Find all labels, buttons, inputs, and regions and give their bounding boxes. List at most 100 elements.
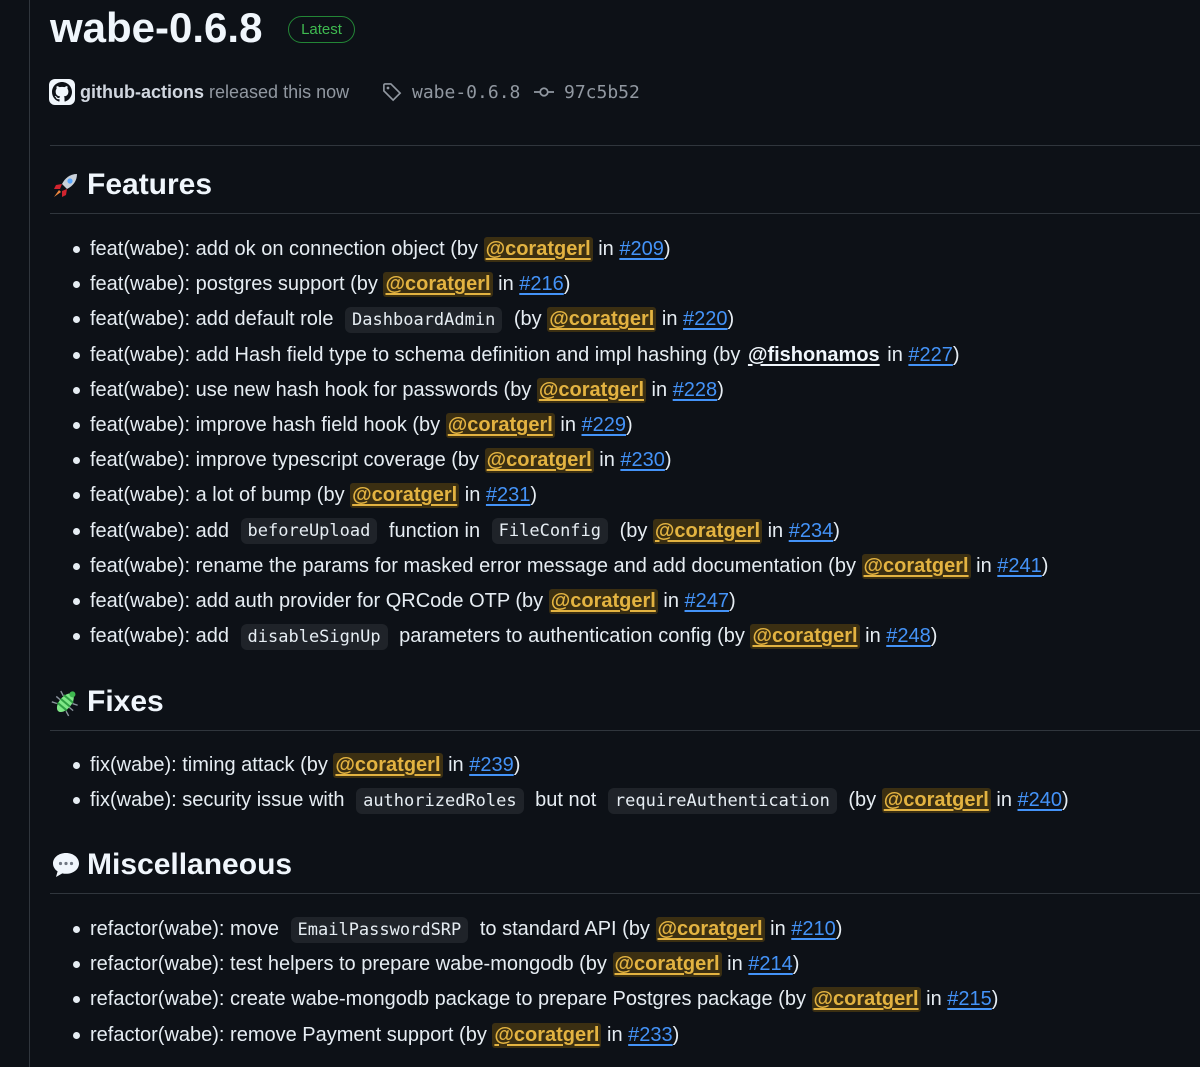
item-text: fix(wabe): security issue with (90, 789, 351, 812)
item-text: refactor(wabe): remove Payment support (… (90, 1023, 493, 1046)
item-text: feat(wabe): improve hash field hook (by (90, 414, 446, 437)
item-text: in (970, 554, 998, 577)
pull-request-link[interactable]: #227 (908, 344, 953, 367)
latest-badge: Latest (288, 16, 355, 43)
bullet (50, 492, 90, 499)
rocket-icon (54, 174, 77, 197)
inline-code: authorizedRoles (356, 787, 524, 814)
pull-request-link[interactable]: #240 (1018, 789, 1063, 812)
item-text: ) (727, 308, 735, 331)
item-text: feat(wabe): rename the params for masked… (90, 554, 862, 577)
bullet (50, 422, 90, 429)
item-text: feat(wabe): add auth provider for QRCode… (90, 589, 549, 612)
pull-request-link[interactable]: #209 (619, 238, 664, 261)
item-text: ) (530, 484, 538, 507)
author-link[interactable]: github-actions (80, 82, 204, 103)
miscellaneous-list: refactor(wabe): move EmailPasswordSRP to… (50, 912, 1200, 1053)
user-mention-link[interactable]: @coratgerl (652, 518, 763, 544)
bullet (50, 598, 90, 605)
section-title: Features (87, 168, 213, 201)
pull-request-link[interactable]: #230 (620, 449, 665, 472)
user-mention-link[interactable]: @coratgerl (811, 987, 921, 1013)
commit-hash[interactable]: 97c5b52 (564, 82, 640, 103)
user-mention-link[interactable]: @coratgerl (881, 788, 991, 814)
item-text: ) (952, 343, 960, 366)
section-title: Miscellaneous (87, 848, 293, 881)
inline-code: FileConfig (491, 518, 609, 545)
item-text: in (990, 789, 1018, 812)
list-item: feat(wabe): a lot of bump (by @coratgerl… (50, 478, 1200, 513)
item-text: in (881, 343, 909, 366)
user-mention-link[interactable]: @coratgerl (861, 553, 971, 579)
pull-request-link[interactable]: #216 (519, 273, 564, 296)
list-item: refactor(wabe): test helpers to prepare … (50, 947, 1200, 982)
section-heading-features: Features (50, 168, 212, 202)
item-text: ) (663, 238, 671, 261)
pull-request-link[interactable]: #210 (791, 918, 836, 941)
release-tag[interactable]: wabe-0.6.8 (382, 78, 520, 106)
pull-request-link[interactable]: #215 (947, 988, 992, 1011)
pull-request-link[interactable]: #220 (683, 308, 728, 331)
list-item: refactor(wabe): move EmailPasswordSRP to… (50, 912, 1200, 947)
user-mention-link[interactable]: @coratgerl (492, 1022, 602, 1048)
features-list: feat(wabe): add ok on connection object … (50, 232, 1200, 654)
item-text: feat(wabe): improve typescript coverage … (90, 449, 485, 472)
list-item: feat(wabe): rename the params for masked… (50, 549, 1200, 584)
list-item: refactor(wabe): remove Payment support (… (50, 1018, 1200, 1053)
pull-request-link[interactable]: #231 (486, 484, 531, 507)
item-text: refactor(wabe): test helpers to prepare … (90, 953, 613, 976)
user-mention-link[interactable]: @coratgerl (445, 413, 555, 439)
list-item: feat(wabe): add beforeUpload function in… (50, 514, 1200, 549)
user-mention-link[interactable]: @coratgerl (483, 237, 593, 263)
pull-request-link[interactable]: #233 (628, 1024, 673, 1047)
list-item: feat(wabe): add ok on connection object … (50, 232, 1200, 267)
pull-request-link[interactable]: #214 (748, 953, 793, 976)
user-mention-link[interactable]: @coratgerl (750, 624, 860, 650)
list-item: feat(wabe): add disableSignUp parameters… (50, 619, 1200, 654)
user-mention-link[interactable]: @coratgerl (333, 753, 443, 779)
item-text: ) (626, 414, 633, 437)
pull-request-link[interactable]: #234 (789, 520, 834, 543)
list-item: fix(wabe): security issue with authorize… (50, 783, 1200, 818)
list-item: feat(wabe): improve typescript coverage … (50, 443, 1200, 478)
user-mention-link[interactable]: @fishonamos (746, 343, 882, 368)
item-text: feat(wabe): add ok on connection object … (90, 238, 484, 261)
inline-code: requireAuthentication (607, 787, 837, 814)
item-text: (by (842, 789, 882, 812)
user-mention-link[interactable]: @coratgerl (655, 917, 765, 943)
item-text: feat(wabe): add default role (90, 308, 340, 331)
list-item: refactor(wabe): create wabe-mongodb pack… (50, 982, 1200, 1017)
list-item: feat(wabe): add default role DashboardAd… (50, 302, 1200, 337)
pull-request-link[interactable]: #229 (582, 414, 627, 437)
item-text: in (656, 308, 684, 331)
item-text: in (592, 238, 620, 261)
item-text: in (762, 519, 789, 542)
list-item: feat(wabe): add auth provider for QRCode… (50, 584, 1200, 619)
speech-bubble-icon (53, 853, 79, 877)
item-text: feat(wabe): add (90, 519, 235, 542)
user-mention-link[interactable]: @coratgerl (536, 377, 646, 403)
bullet (50, 961, 90, 968)
pull-request-link[interactable]: #239 (469, 754, 514, 777)
release-commit[interactable]: 97c5b52 (534, 78, 640, 106)
user-mention-link[interactable]: @coratgerl (548, 588, 658, 614)
item-text: in (657, 589, 685, 612)
release-author: github-actions released this now (49, 78, 349, 106)
github-avatar-icon[interactable] (49, 79, 75, 105)
bullet (50, 316, 90, 323)
user-mention-link[interactable]: @coratgerl (612, 952, 722, 978)
tag-label[interactable]: wabe-0.6.8 (412, 82, 520, 103)
user-mention-link[interactable]: @coratgerl (383, 272, 493, 298)
user-mention-link[interactable]: @coratgerl (547, 307, 657, 333)
pull-request-link[interactable]: #247 (685, 590, 730, 613)
pull-request-link[interactable]: #248 (886, 625, 931, 648)
item-text: ) (563, 273, 571, 296)
user-mention-link[interactable]: @coratgerl (350, 483, 460, 509)
item-text: but not (529, 789, 602, 812)
pull-request-link[interactable]: #228 (673, 379, 718, 402)
pull-request-link[interactable]: #241 (997, 555, 1042, 578)
release-title[interactable]: wabe-0.6.8 (50, 2, 262, 54)
inline-code: DashboardAdmin (345, 306, 503, 333)
item-text: refactor(wabe): create wabe-mongodb pack… (90, 988, 812, 1011)
user-mention-link[interactable]: @coratgerl (484, 448, 594, 474)
